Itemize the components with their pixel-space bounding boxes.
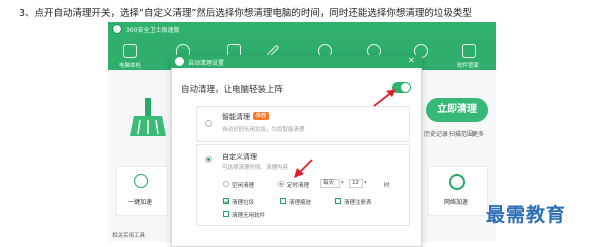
custom-clean-desc: 可选择清理时间、清理内容 <box>222 165 289 171</box>
close-icon[interactable]: ✕ <box>408 56 415 65</box>
timed-clean-radio[interactable] <box>278 181 284 187</box>
check-software-label[interactable]: 清理无用软件 <box>232 211 265 219</box>
idle-clean-label[interactable]: 空闲清理 <box>232 181 254 189</box>
check-traces-label[interactable]: 清理痕迹 <box>289 198 311 206</box>
chevron-down-icon[interactable]: ▾ <box>341 180 344 186</box>
apps-icon[interactable] <box>462 44 476 58</box>
speed-icon <box>449 174 465 190</box>
more-link[interactable]: 更多 <box>472 129 484 138</box>
check-software[interactable] <box>223 211 229 217</box>
smart-clean-desc: 自动识别无用垃圾，为您智能清理 <box>222 127 305 133</box>
check-registry[interactable] <box>335 198 341 204</box>
scan-settings-link[interactable]: 扫描范围 <box>449 129 473 138</box>
hour-select[interactable]: 12 <box>349 179 363 188</box>
timed-clean-label[interactable]: 定时清理 <box>287 181 309 189</box>
rocket-icon <box>134 174 148 188</box>
toggle-knob[interactable] <box>401 83 410 92</box>
check-junk-label[interactable]: 清理垃圾 <box>232 198 254 206</box>
tile-network-label: 网络加速 <box>444 199 469 206</box>
watermark-text: 最需教育 <box>486 204 567 226</box>
frequency-select[interactable]: 每天 <box>320 179 340 188</box>
dialog-logo-icon <box>175 57 184 66</box>
app-title: 360安全卫士极速版 <box>126 27 180 34</box>
smart-clean-radio[interactable] <box>205 120 212 127</box>
history-link[interactable]: 历史记录 <box>424 129 448 138</box>
check-traces[interactable] <box>280 198 286 204</box>
instruction-caption: 3、点开自动清理开关，选择“自定义清理”然后选择你想清理电脑的时间，同时还能选择… <box>19 8 472 19</box>
check-registry-label[interactable]: 清理注册表 <box>344 198 372 206</box>
monitor-icon[interactable] <box>123 44 137 58</box>
check-junk[interactable] <box>223 198 229 204</box>
custom-clean-title: 自定义清理 <box>222 153 257 161</box>
tile-speedup-label: 一键加速 <box>128 199 153 206</box>
app-logo-icon <box>112 24 122 34</box>
arrow-annotation-toggle <box>373 89 396 107</box>
start-clean-button[interactable]: 立即清理 <box>426 98 488 122</box>
tab-software-label[interactable]: 软件管家 <box>457 61 479 69</box>
dialog-title: 自动清理设置 <box>188 60 225 67</box>
smart-clean-title: 智能清理 <box>222 113 250 121</box>
idle-clean-radio[interactable] <box>223 181 229 187</box>
recommend-badge: 推荐 <box>253 112 270 120</box>
arrow-annotation-timed <box>294 159 313 178</box>
tab-checkup-label[interactable]: 电脑体检 <box>119 61 141 69</box>
hour-unit: 时 <box>384 183 390 189</box>
custom-clean-radio[interactable] <box>205 156 212 163</box>
chevron-down-icon[interactable]: ▾ <box>364 180 367 186</box>
broom-icon <box>130 98 166 136</box>
tools-link[interactable]: 相关实用工具 <box>112 231 145 239</box>
auto-clean-label: 自动清理，让电脑轻装上阵 <box>181 85 284 95</box>
